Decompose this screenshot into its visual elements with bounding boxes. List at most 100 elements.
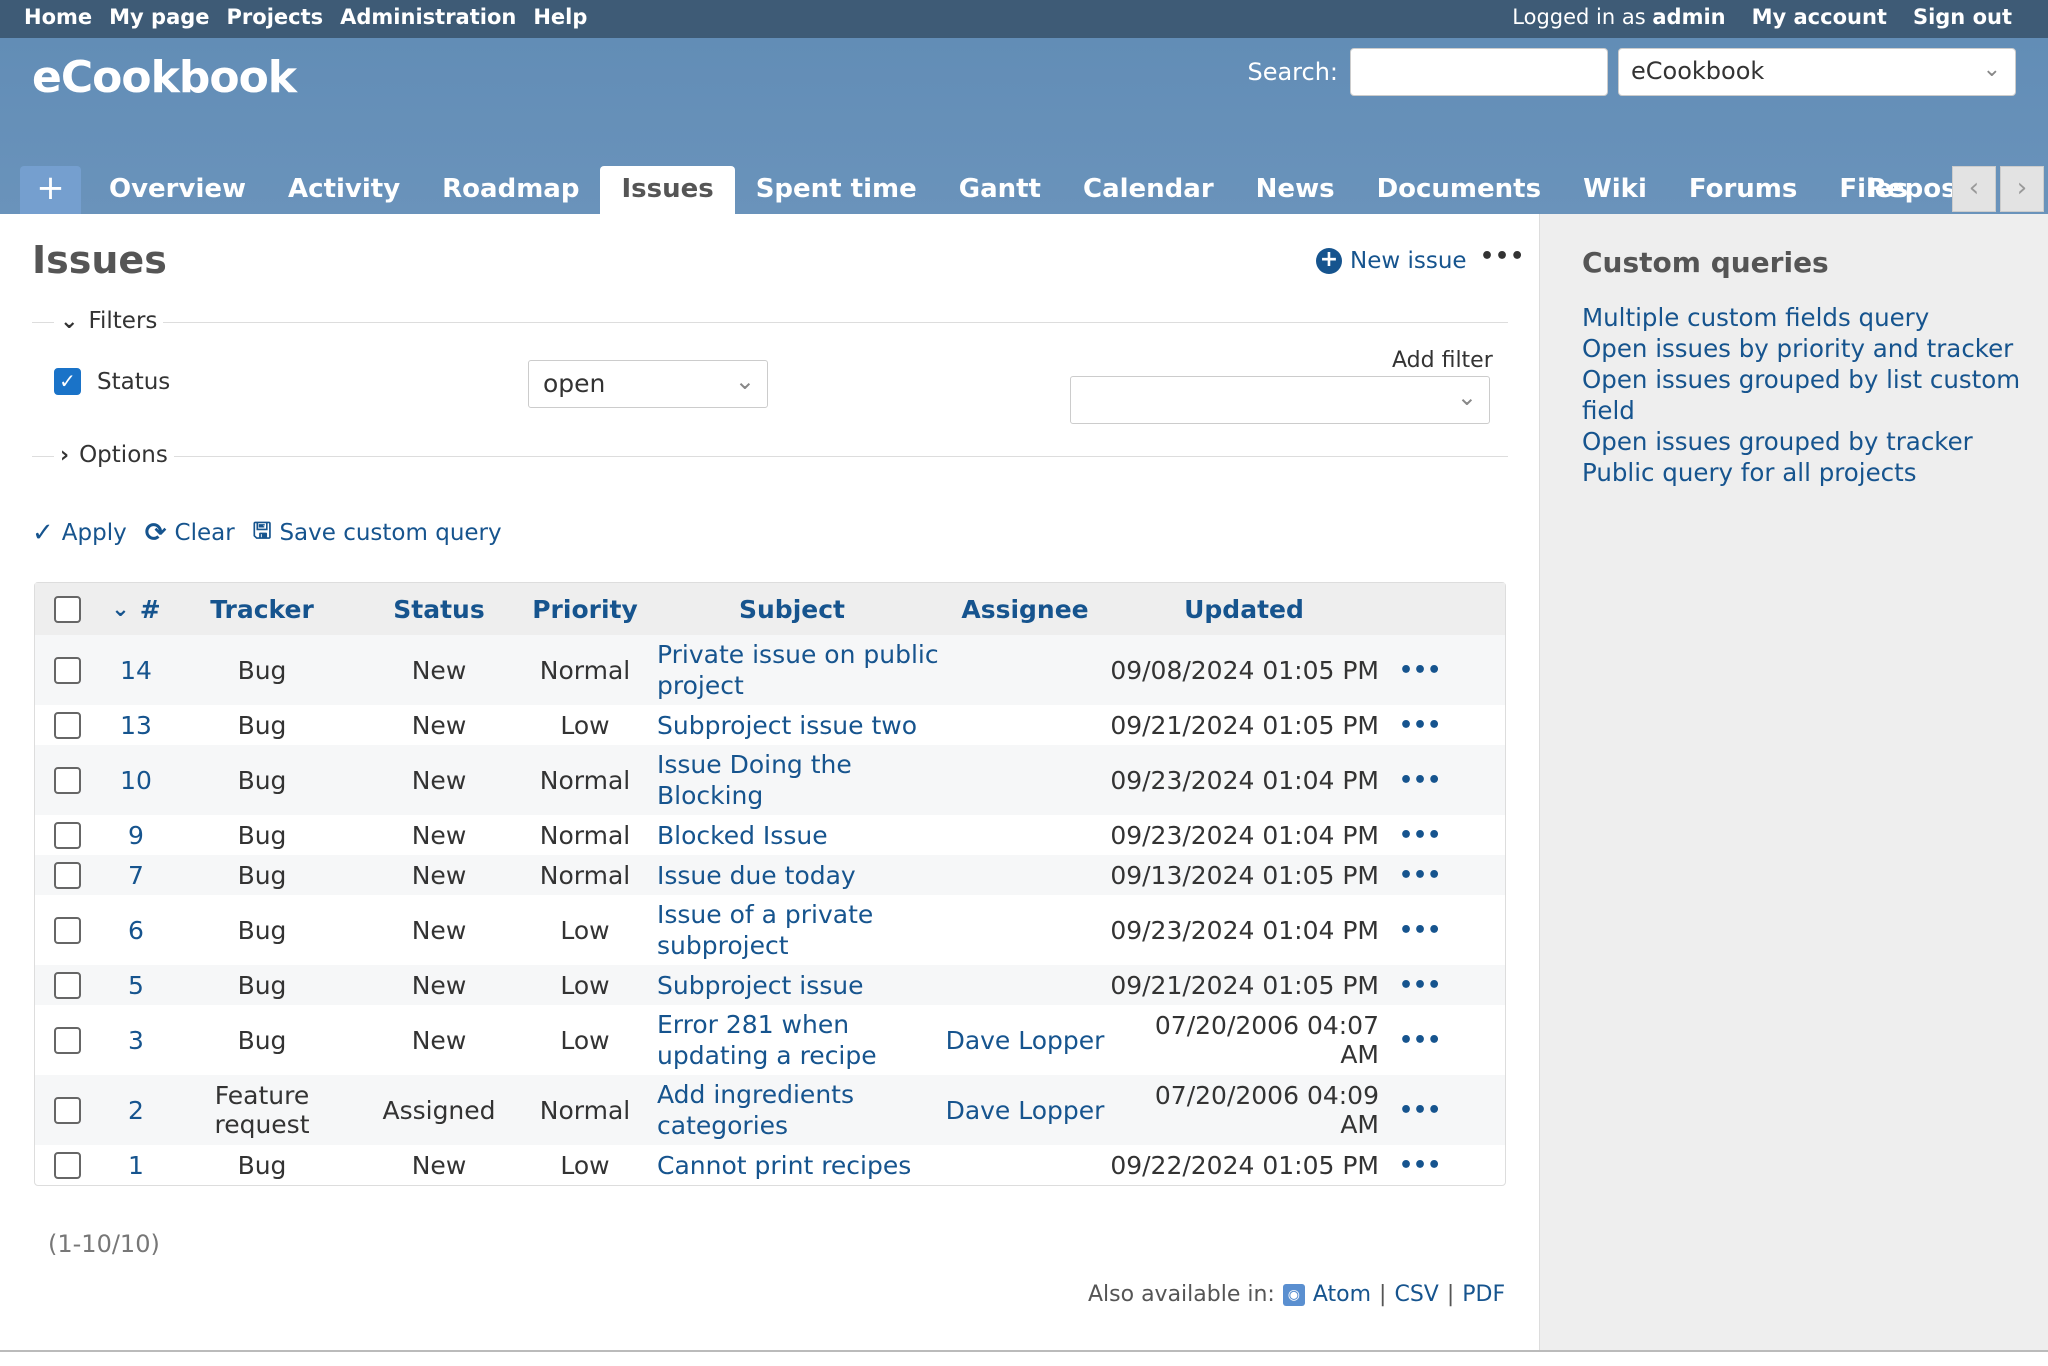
issue-assignee-link[interactable]: Dave Lopper <box>941 1025 1109 1056</box>
logged-in-user[interactable]: admin <box>1652 5 1725 29</box>
new-issue-link[interactable]: + New issue <box>1316 248 1467 274</box>
custom-query-link[interactable]: Public query for all projects <box>1582 457 2032 488</box>
tab-activity[interactable]: Activity <box>267 166 421 214</box>
table-row[interactable]: 14 Bug New Normal Private issue on public pr… <box>35 635 1505 705</box>
tab-spent-time[interactable]: Spent time <box>735 166 938 214</box>
issue-id-link[interactable]: 2 <box>99 1096 173 1125</box>
more-actions-icon[interactable]: ••• <box>1480 244 1525 269</box>
row-actions-icon[interactable]: ••• <box>1399 1098 1441 1123</box>
tab-gantt[interactable]: Gantt <box>938 166 1062 214</box>
row-actions-icon[interactable]: ••• <box>1399 658 1441 683</box>
issue-subject-link[interactable]: Private issue on public project <box>643 639 941 701</box>
column-assignee[interactable]: Assignee <box>941 594 1109 625</box>
clear-button[interactable]: ⟳ Clear <box>145 518 235 548</box>
row-checkbox[interactable] <box>53 916 81 944</box>
my-account-link[interactable]: My account <box>1752 5 1887 29</box>
custom-query-link[interactable]: Open issues grouped by tracker <box>1582 426 2032 457</box>
tab-forums[interactable]: Forums <box>1668 166 1818 214</box>
top-menu-home[interactable]: Home <box>24 5 92 29</box>
atom-link[interactable]: Atom <box>1313 1282 1371 1307</box>
tabs-scroll-right-icon[interactable]: › <box>2000 166 2044 212</box>
issue-id-link[interactable]: 10 <box>99 766 173 795</box>
project-jump-select[interactable]: eCookbook ⌄ <box>1618 48 2016 96</box>
table-row[interactable]: 7 Bug New Normal Issue due today 09/13/2024 0… <box>35 855 1505 895</box>
table-row[interactable]: 1 Bug New Low Cannot print recipes 09/22/2024… <box>35 1145 1505 1185</box>
custom-query-link[interactable]: Open issues grouped by list custom field <box>1582 364 2032 426</box>
issue-id-link[interactable]: 6 <box>99 916 173 945</box>
issue-subject-link[interactable]: Issue of a private subproject <box>643 899 941 961</box>
pdf-link[interactable]: PDF <box>1462 1282 1505 1307</box>
table-row[interactable]: 10 Bug New Normal Issue Doing the Blocking 09… <box>35 745 1505 815</box>
options-toggle[interactable]: › Options <box>54 442 174 468</box>
apply-button[interactable]: ✓ Apply <box>32 518 127 548</box>
row-actions-icon[interactable]: ••• <box>1399 768 1441 793</box>
row-checkbox[interactable] <box>53 861 81 889</box>
add-filter-select[interactable]: ⌄ <box>1070 376 1490 424</box>
issue-assignee-link[interactable]: Dave Lopper <box>941 1095 1109 1126</box>
issue-subject-link[interactable]: Subproject issue two <box>643 710 941 741</box>
issue-subject-link[interactable]: Subproject issue <box>643 970 941 1001</box>
top-menu-help[interactable]: Help <box>533 5 587 29</box>
custom-query-link[interactable]: Open issues by priority and tracker <box>1582 333 2032 364</box>
row-actions-icon[interactable]: ••• <box>1399 973 1441 998</box>
issue-id-link[interactable]: 3 <box>99 1026 173 1055</box>
table-row[interactable]: 2 Feature request Assigned Normal Add ingred… <box>35 1075 1505 1145</box>
row-checkbox[interactable] <box>53 766 81 794</box>
status-filter-checkbox[interactable]: ✓ <box>54 368 81 395</box>
row-checkbox[interactable] <box>53 711 81 739</box>
row-actions-icon[interactable]: ••• <box>1399 1153 1441 1178</box>
row-actions-icon[interactable]: ••• <box>1399 1028 1441 1053</box>
issue-subject-link[interactable]: Blocked Issue <box>643 820 941 851</box>
tab-overview[interactable]: Overview <box>88 166 267 214</box>
issue-id-link[interactable]: 5 <box>99 971 173 1000</box>
column-tracker[interactable]: Tracker <box>173 595 351 624</box>
table-row[interactable]: 9 Bug New Normal Blocked Issue 09/23/2024 01:… <box>35 815 1505 855</box>
save-query-button[interactable]: 🖫 Save custom query <box>253 514 502 552</box>
row-actions-icon[interactable]: ••• <box>1399 713 1441 738</box>
status-operator-select[interactable]: open ⌄ <box>528 360 768 408</box>
table-row[interactable]: 6 Bug New Low Issue of a private subproject 0… <box>35 895 1505 965</box>
top-menu-administration[interactable]: Administration <box>340 5 516 29</box>
tab-issues[interactable]: Issues <box>600 166 735 214</box>
filters-toggle[interactable]: ⌄ Filters <box>54 308 164 334</box>
issue-id-link[interactable]: 7 <box>99 861 173 890</box>
row-checkbox[interactable] <box>53 821 81 849</box>
row-checkbox[interactable] <box>53 1026 81 1054</box>
column-subject[interactable]: Subject <box>643 594 941 625</box>
tab-roadmap[interactable]: Roadmap <box>421 166 600 214</box>
issue-id-link[interactable]: 14 <box>99 656 173 685</box>
column-updated[interactable]: Updated <box>1109 595 1399 624</box>
issue-subject-link[interactable]: Error 281 when updating a recipe <box>643 1009 941 1071</box>
issue-subject-link[interactable]: Issue due today <box>643 860 941 891</box>
new-object-button[interactable]: + <box>20 166 81 214</box>
tab-calendar[interactable]: Calendar <box>1062 166 1235 214</box>
column-status[interactable]: Status <box>351 595 527 624</box>
row-checkbox[interactable] <box>53 1096 81 1124</box>
table-row[interactable]: 5 Bug New Low Subproject issue 09/21/2024 01:… <box>35 965 1505 1005</box>
tab-wiki[interactable]: Wiki <box>1562 166 1668 214</box>
row-checkbox[interactable] <box>53 971 81 999</box>
row-checkbox[interactable] <box>53 656 81 684</box>
issue-subject-link[interactable]: Add ingredients categories <box>643 1079 941 1141</box>
custom-query-link[interactable]: Multiple custom fields query <box>1582 302 2032 333</box>
tabs-scroll-left-icon[interactable]: ‹ <box>1952 166 1996 212</box>
row-checkbox[interactable] <box>53 1151 81 1179</box>
search-input[interactable] <box>1350 48 1608 96</box>
column-id[interactable]: ⌄ # <box>99 595 173 624</box>
tab-documents[interactable]: Documents <box>1356 166 1563 214</box>
select-all-checkbox[interactable] <box>53 595 81 623</box>
issue-id-link[interactable]: 1 <box>99 1151 173 1180</box>
top-menu-my-page[interactable]: My page <box>109 5 209 29</box>
tab-repository[interactable]: Repository <box>1846 166 1952 214</box>
issue-id-link[interactable]: 9 <box>99 821 173 850</box>
issue-subject-link[interactable]: Issue Doing the Blocking <box>643 749 941 811</box>
tab-news[interactable]: News <box>1235 166 1356 214</box>
row-actions-icon[interactable]: ••• <box>1399 823 1441 848</box>
top-menu-projects[interactable]: Projects <box>227 5 324 29</box>
row-actions-icon[interactable]: ••• <box>1399 863 1441 888</box>
csv-link[interactable]: CSV <box>1394 1282 1438 1307</box>
sign-out-link[interactable]: Sign out <box>1913 5 2012 29</box>
column-priority[interactable]: Priority <box>527 595 643 624</box>
table-row[interactable]: 13 Bug New Low Subproject issue two 09/21/202… <box>35 705 1505 745</box>
issue-subject-link[interactable]: Cannot print recipes <box>643 1150 941 1181</box>
